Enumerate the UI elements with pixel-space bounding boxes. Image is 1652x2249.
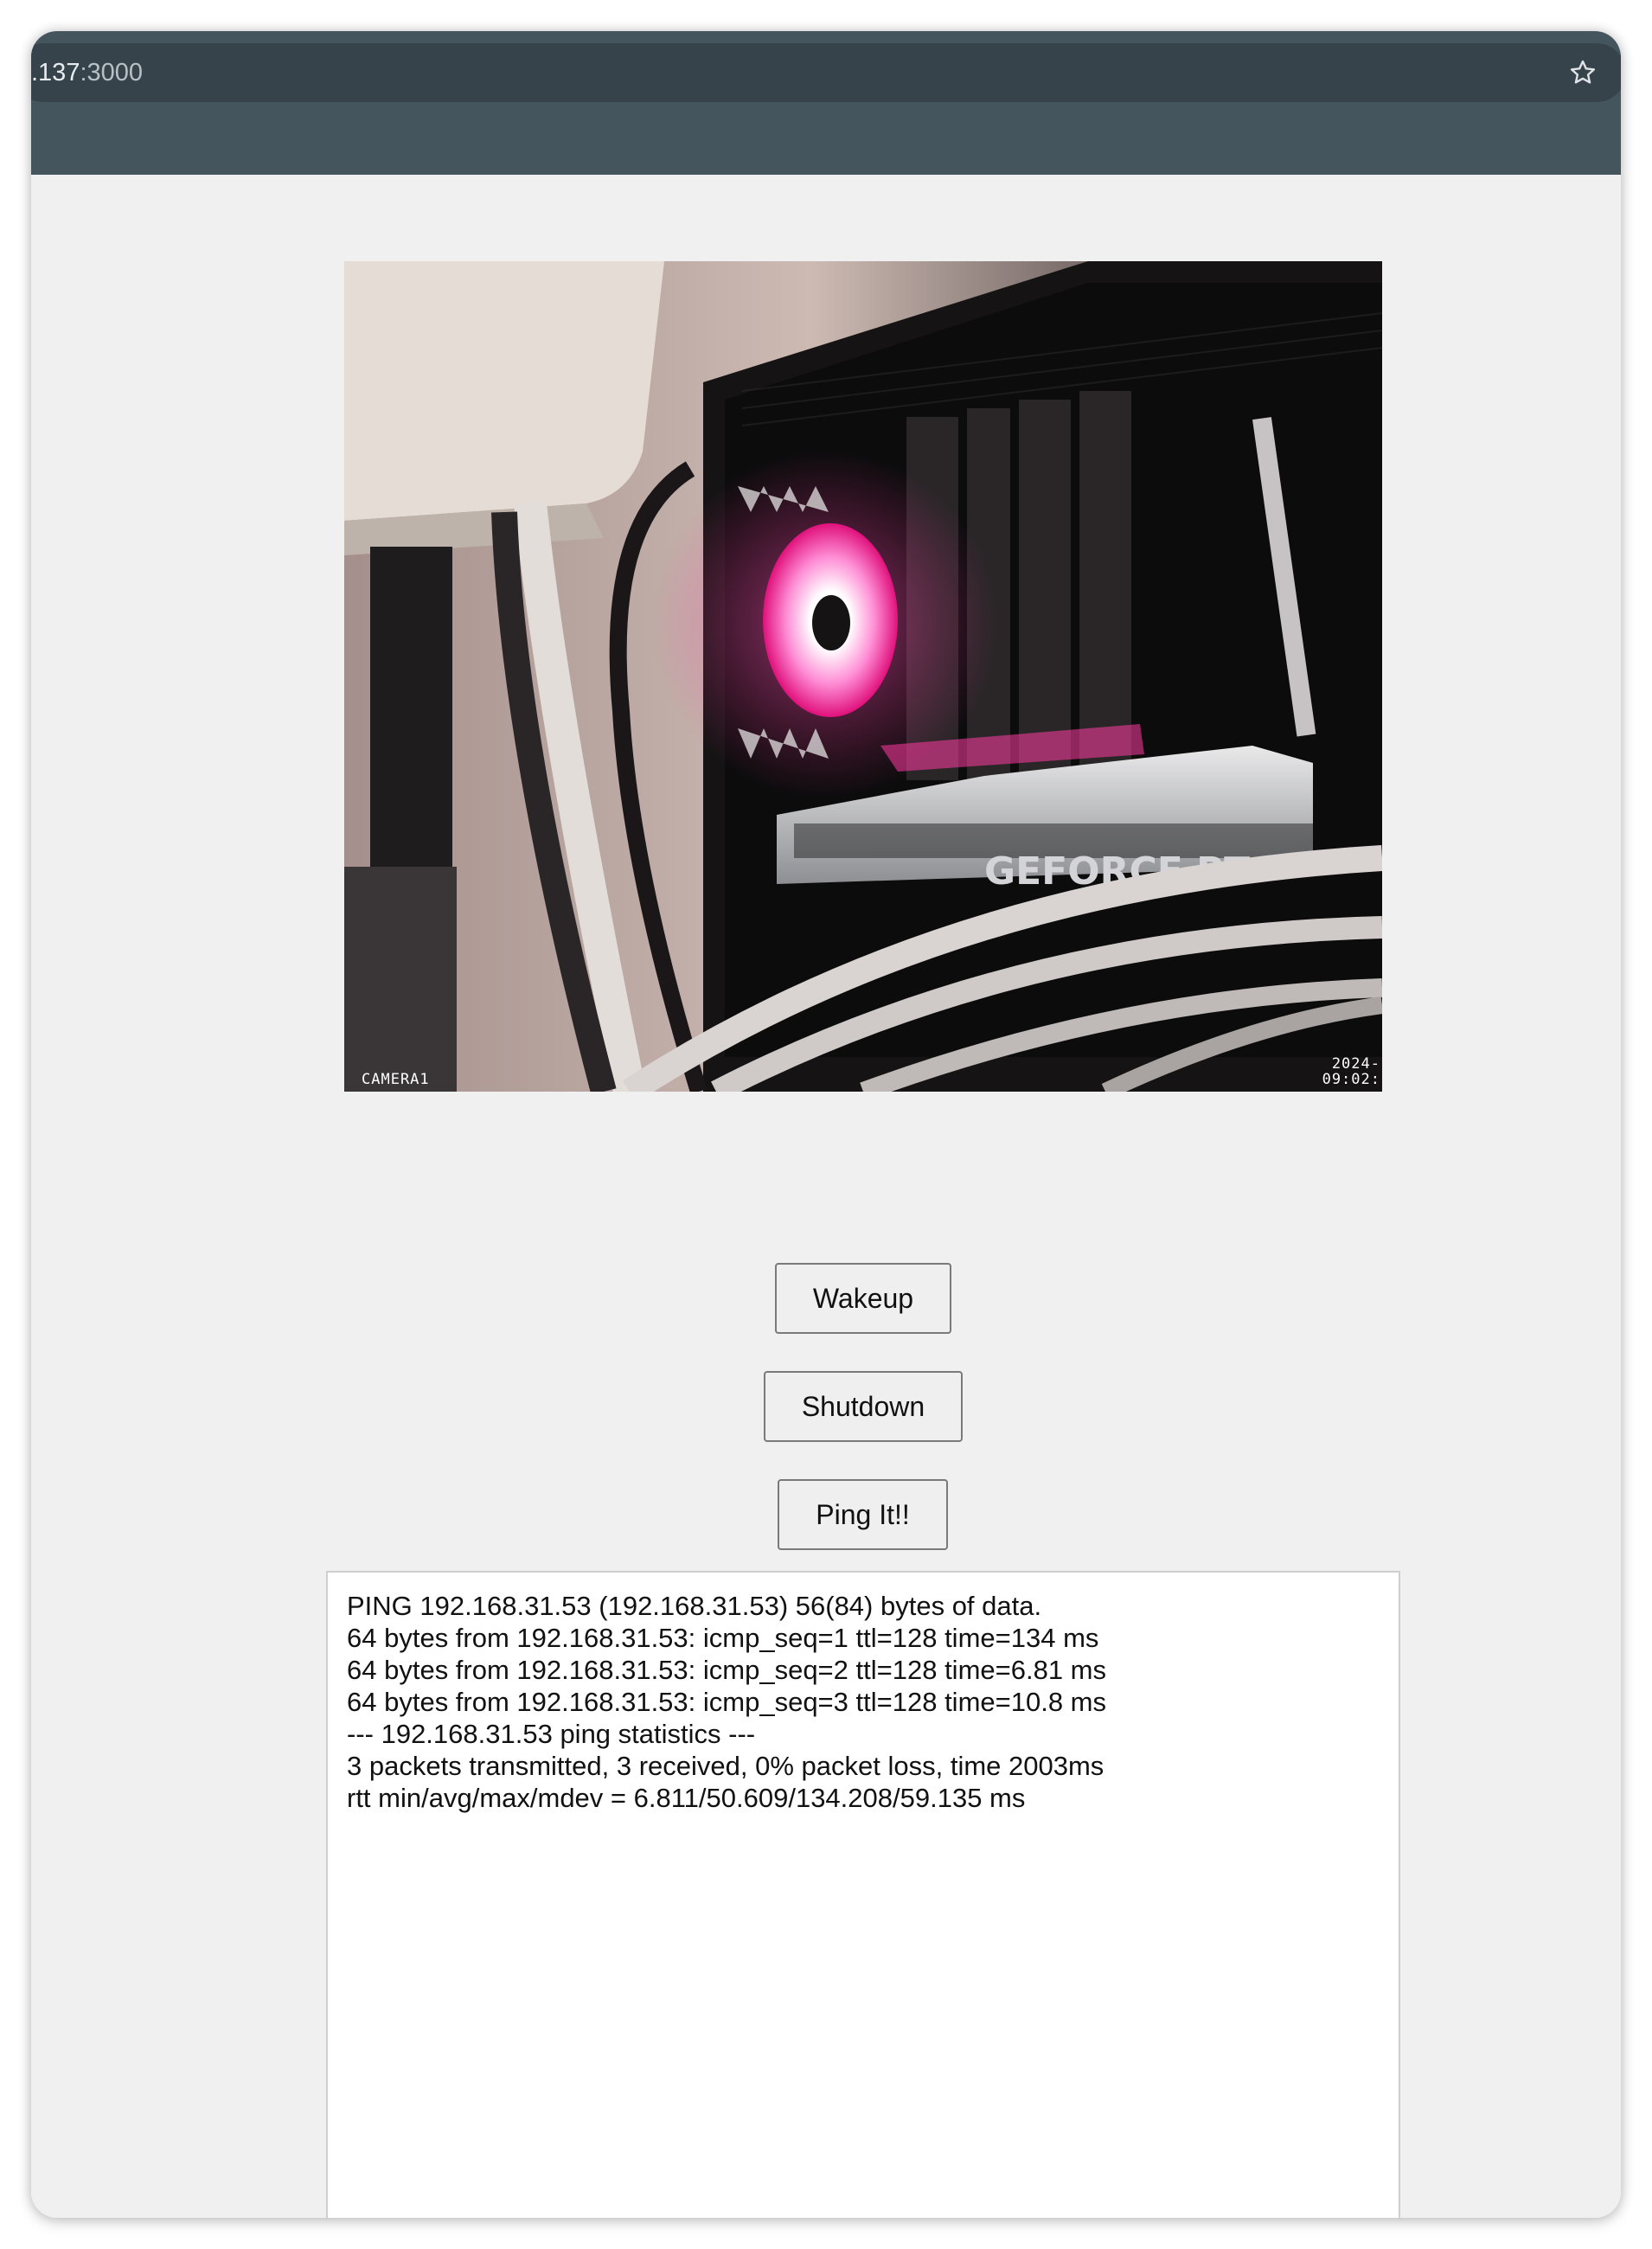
output-line: 3 packets transmitted, 3 received, 0% pa… <box>347 1751 1105 1781</box>
camera-name-overlay: CAMERA1 <box>362 1071 430 1088</box>
camera-timestamp-time: 09:02: <box>1322 1071 1380 1088</box>
output-line: 64 bytes from 192.168.31.53: icmp_seq=2 … <box>347 1655 1107 1685</box>
ping-output-box[interactable]: PING 192.168.31.53 (192.168.31.53) 56(84… <box>326 1571 1400 2218</box>
url-host: .137 <box>31 59 80 86</box>
camera-image: GEFORCE RT <box>344 261 1382 1092</box>
ping-button[interactable]: Ping It!! <box>778 1479 948 1550</box>
page-content: GEFORCE RT CAMERA1 2024- 09:02: Wakeup S… <box>31 175 1621 2218</box>
camera-timestamp-date: 2024- <box>1331 1055 1380 1073</box>
output-line: PING 192.168.31.53 (192.168.31.53) 56(84… <box>347 1591 1042 1621</box>
camera-feed: GEFORCE RT CAMERA1 2024- 09:02: <box>344 261 1382 1092</box>
address-bar[interactable]: .137:3000 <box>31 43 1621 102</box>
wakeup-button[interactable]: Wakeup <box>775 1263 951 1334</box>
shutdown-button[interactable]: Shutdown <box>764 1371 963 1442</box>
url-port: :3000 <box>80 59 144 86</box>
star-outline-icon[interactable] <box>1566 55 1600 90</box>
browser-window: .137:3000 GEFORCE RT CAMERA1 2024- 09:02… <box>31 31 1621 2218</box>
output-line: 64 bytes from 192.168.31.53: icmp_seq=3 … <box>347 1687 1107 1717</box>
browser-toolbar: .137:3000 <box>31 31 1621 175</box>
url-text[interactable]: .137:3000 <box>31 43 143 102</box>
output-line: rtt min/avg/max/mdev = 6.811/50.609/134.… <box>347 1783 1026 1813</box>
output-line: 64 bytes from 192.168.31.53: icmp_seq=1 … <box>347 1623 1099 1653</box>
output-line: --- 192.168.31.53 ping statistics --- <box>347 1719 756 1749</box>
